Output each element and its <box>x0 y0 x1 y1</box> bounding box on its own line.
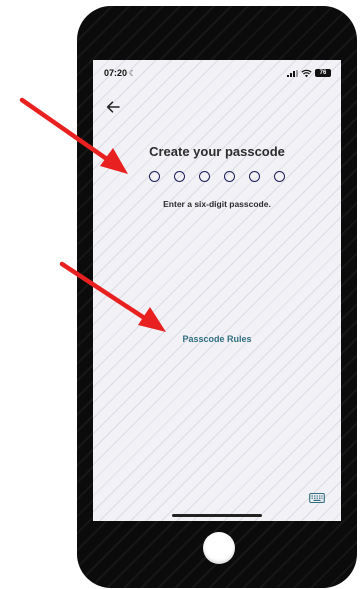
annotation-arrow-2 <box>59 261 166 332</box>
